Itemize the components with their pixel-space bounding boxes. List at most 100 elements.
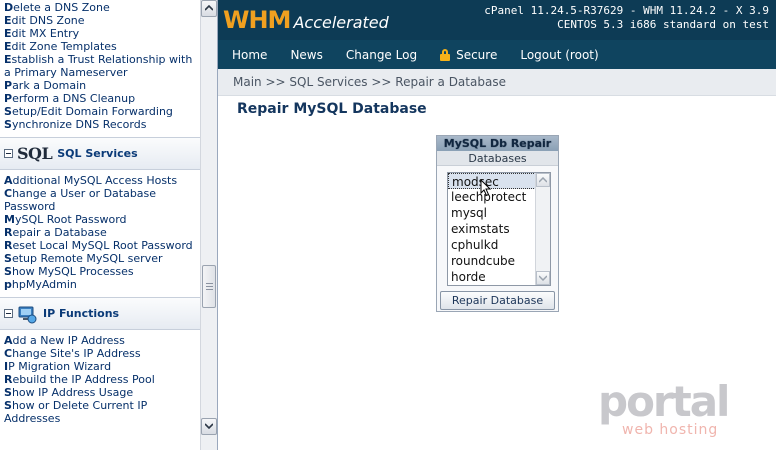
ip-functions-section-header[interactable]: IP Functions: [0, 297, 200, 330]
chevron-down-icon: [539, 275, 547, 281]
list-scroll-up-button[interactable]: [536, 173, 550, 187]
nav-item-label: elete a DNS Zone: [13, 1, 110, 14]
sql-services-item[interactable]: Repair a Database: [0, 226, 200, 239]
list-scroll-down-button[interactable]: [536, 271, 550, 285]
nav-item-initial: S: [4, 265, 12, 278]
breadcrumb: Main >> SQL Services >> Repair a Databas…: [218, 69, 776, 96]
breadcrumb-text[interactable]: Main >> SQL Services >> Repair a Databas…: [233, 75, 506, 89]
logo-whm-text: WHM: [223, 6, 291, 34]
collapse-toggle-icon[interactable]: [4, 149, 13, 158]
sql-services-section-header[interactable]: SQL SQL Services: [0, 137, 200, 170]
whm-header: WHM Accelerated cPanel 11.24.5-R37629 - …: [218, 0, 776, 40]
nav-item-initial: S: [4, 118, 12, 131]
sql-services-item[interactable]: Reset Local MySQL Root Password: [0, 239, 200, 252]
sql-services-item[interactable]: MySQL Root Password: [0, 213, 200, 226]
ip-functions-item[interactable]: Show IP Address Usage: [0, 386, 200, 399]
nav-item-label: how MySQL Processes: [11, 265, 134, 278]
dns-functions-item[interactable]: Edit MX Entry: [0, 27, 200, 40]
sql-services-title: SQL Services: [57, 147, 138, 160]
menu-change-log[interactable]: Change Log: [346, 48, 417, 62]
dns-functions-list: Delete a DNS Zone Edit DNS Zone Edit MX En…: [0, 0, 200, 131]
database-list-scrollbar[interactable]: [535, 173, 550, 285]
sql-services-item[interactable]: Show MySQL Processes: [0, 265, 200, 278]
nav-item-initial: C: [4, 347, 13, 360]
nav-item-initial: E: [4, 27, 12, 40]
nav-item-label: dit DNS Zone: [11, 14, 85, 27]
lock-icon: [440, 49, 451, 61]
ip-functions-item[interactable]: Change Site's IP Address: [0, 347, 200, 360]
nav-item-label: dd a New IP Address: [12, 334, 125, 347]
left-navigation-frame: Delete a DNS Zone Edit DNS Zone Edit MX En…: [0, 0, 218, 450]
nav-item-label: etup/Edit Domain Forwarding: [11, 105, 173, 118]
dns-functions-item[interactable]: Synchronize DNS Records: [0, 118, 200, 131]
nav-item-initial: P: [4, 79, 13, 92]
menu-home[interactable]: Home: [232, 48, 267, 62]
nav-item-label: how IP Address Usage: [11, 386, 134, 399]
nav-item-initial: S: [4, 252, 12, 265]
nav-item-initial: A: [4, 334, 13, 347]
menu-news[interactable]: News: [290, 48, 322, 62]
logo-accelerated-text: Accelerated: [293, 13, 389, 32]
ip-functions-list: Add a New IP Address Change Site's IP Add…: [0, 334, 200, 425]
nav-item-label: how or Delete Current IP Addresses: [4, 399, 148, 425]
ip-functions-item[interactable]: IP Migration Wizard: [0, 360, 200, 373]
dns-functions-item[interactable]: Perform a DNS Cleanup: [0, 92, 200, 105]
dns-functions-item[interactable]: Park a Domain: [0, 79, 200, 92]
dns-functions-item[interactable]: Establish a Trust Relationship with a Pr…: [0, 53, 200, 79]
portal-web-hosting-watermark: portal web hosting: [598, 377, 768, 442]
dns-functions-item[interactable]: Edit Zone Templates: [0, 40, 200, 53]
whm-accelerated-logo: WHM Accelerated: [223, 6, 389, 34]
sql-services-item[interactable]: Additional MySQL Access Hosts: [0, 174, 200, 187]
nav-item-initial: S: [4, 399, 12, 412]
scroll-down-button[interactable]: [201, 418, 217, 435]
nav-item-initial: C: [4, 187, 13, 200]
nav-item-label: dit Zone Templates: [11, 40, 117, 53]
nav-item-initial: M: [4, 213, 15, 226]
chevron-up-icon: [205, 5, 213, 11]
version-line-os: CENTOS 5.3 i686 standard on test: [557, 18, 769, 31]
collapse-toggle-icon[interactable]: [4, 309, 13, 318]
sql-icon: SQL: [17, 144, 53, 163]
left-frame-scrollbar[interactable]: [200, 0, 217, 450]
version-line-cpanel: cPanel 11.24.5-R37629 - WHM 11.24.2 - X …: [484, 4, 769, 17]
nav-item-label: etup Remote MySQL server: [11, 252, 163, 265]
sql-services-item[interactable]: phpMyAdmin: [0, 278, 200, 291]
nav-item-initial: S: [4, 386, 12, 399]
left-navigation-scroll-area: Delete a DNS Zone Edit DNS Zone Edit MX En…: [0, 0, 200, 450]
watermark-subtitle: web hosting: [622, 422, 719, 438]
nav-item-label: hange Site's IP Address: [12, 347, 141, 360]
nav-item-label: dditional MySQL Access Hosts: [12, 174, 178, 187]
nav-item-label: dit MX Entry: [11, 27, 80, 40]
mouse-pointer-icon: [480, 179, 492, 197]
ip-functions-item[interactable]: Rebuild the IP Address Pool: [0, 373, 200, 386]
scrollbar-thumb[interactable]: [202, 265, 216, 308]
nav-item-initial: E: [4, 40, 12, 53]
nav-item-label: eset Local MySQL Root Password: [12, 239, 193, 252]
top-menu-bar: Home News Change Log Secure Logout (root…: [218, 40, 776, 69]
ip-functions-item[interactable]: Show or Delete Current IP Addresses: [0, 399, 200, 425]
database-select-list[interactable]: modsec leechprotect mysql eximstats cphulkd r…: [447, 172, 551, 286]
dns-functions-item[interactable]: Edit DNS Zone: [0, 14, 200, 27]
ip-functions-item[interactable]: Add a New IP Address: [0, 334, 200, 347]
menu-secure-label: Secure: [456, 47, 498, 62]
nav-item-label: hpMyAdmin: [11, 278, 77, 291]
watermark-brand: portal: [598, 377, 730, 426]
menu-secure[interactable]: Secure: [440, 48, 497, 62]
version-info: cPanel 11.24.5-R37629 - WHM 11.24.2 - X …: [484, 4, 769, 32]
nav-item-label: ebuild the IP Address Pool: [12, 373, 155, 386]
nav-item-label: erform a DNS Cleanup: [12, 92, 136, 105]
scroll-up-button[interactable]: [201, 0, 217, 17]
nav-item-label: epair a Database: [12, 226, 107, 239]
nav-item-initial: E: [4, 53, 12, 66]
sql-services-item[interactable]: Change a User or Database Password: [0, 187, 200, 213]
repair-database-button[interactable]: Repair Database: [440, 291, 555, 310]
ip-functions-title: IP Functions: [43, 307, 120, 320]
menu-logout[interactable]: Logout (root): [520, 48, 598, 62]
nav-item-label: P Migration Wizard: [8, 360, 112, 373]
databases-label: Databases: [437, 151, 558, 166]
repair-panel-title: MySQL Db Repair: [437, 136, 558, 151]
dns-functions-item[interactable]: Delete a DNS Zone: [0, 1, 200, 14]
nav-item-label: ark a Domain: [12, 79, 87, 92]
sql-services-item[interactable]: Setup Remote MySQL server: [0, 252, 200, 265]
dns-functions-item[interactable]: Setup/Edit Domain Forwarding: [0, 105, 200, 118]
